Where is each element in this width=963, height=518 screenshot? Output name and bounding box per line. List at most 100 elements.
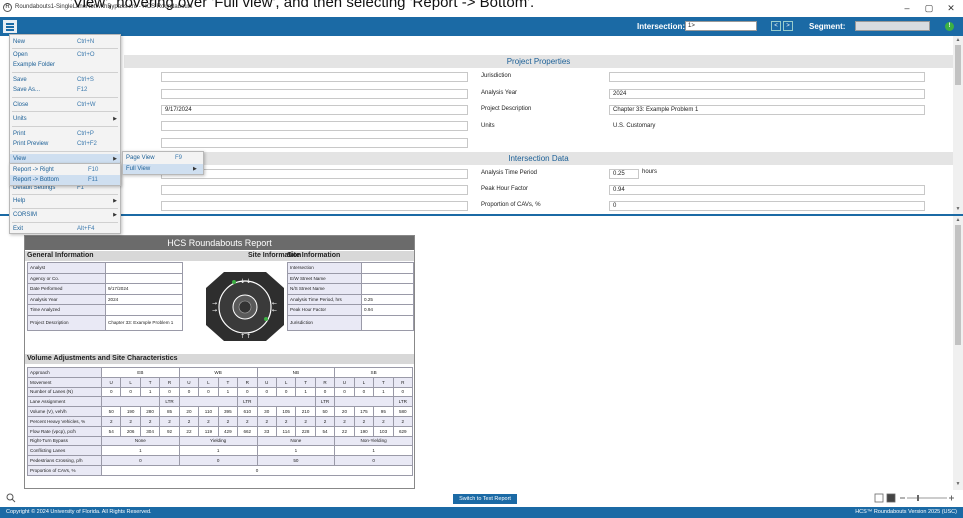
menu-item-report-bottom[interactable]: Report -> Bottom F11 — [10, 175, 120, 185]
segment-select[interactable] — [855, 21, 930, 31]
general-info-label: Date Performed — [27, 283, 106, 295]
volume-cell: Yielding — [178, 435, 258, 447]
site-info-value — [361, 262, 414, 274]
file-menu: New Ctrl+N Open Ctrl+O Example Folder Save… — [9, 34, 121, 234]
form-scrollbar[interactable]: ▲ ▼ — [953, 36, 963, 214]
volume-row-label: Pedestrians Crossing, p/h — [27, 455, 102, 466]
report-scrollbar[interactable]: ▲ ▼ — [953, 216, 963, 490]
menu-item-full-view[interactable]: Full View ▶ — [123, 164, 203, 174]
movement-row: Movement U L T R U L T R U L T R U L T R — [27, 376, 414, 388]
general-info-value: 9/17/2024 — [105, 283, 183, 295]
instruction-overlay-text: 'View', hovering over 'Full view', and t… — [70, 0, 535, 11]
intersection-data-heading: Intersection Data — [124, 152, 953, 165]
volume-table-row: Flow Rate (vpcp), pc/h 54 206 304 92 22 119 429… — [27, 425, 414, 437]
left-field-5[interactable] — [161, 138, 468, 148]
left-field-1[interactable] — [161, 72, 468, 82]
menu-item-units[interactable]: Units ▶ — [10, 114, 120, 124]
report-area: HCS Roundabouts Report General Informati… — [0, 216, 953, 490]
menu-item-open[interactable]: Open Ctrl+O — [10, 50, 120, 60]
site-info-table: Intersection E/W Street Name N/S Street Na… — [287, 262, 414, 331]
volume-cell: 0 — [178, 386, 200, 398]
volume-cell: 33 — [256, 425, 277, 437]
peak-hour-factor-field[interactable]: 0.94 — [609, 185, 925, 195]
analysis-time-period-field[interactable]: 0.25 — [609, 169, 639, 179]
menu-item-print[interactable]: Print Ctrl+P — [10, 129, 120, 139]
segment-label: Segment: — [809, 22, 846, 31]
movement-cell: L — [353, 376, 375, 388]
menu-item-page-view[interactable]: Page View F9 — [123, 153, 203, 163]
volume-cell: 0 — [159, 386, 180, 398]
movement-cell: R — [392, 376, 414, 388]
volume-cell: 105 — [275, 406, 297, 417]
analysis-year-field[interactable]: 2024 — [609, 89, 925, 99]
svg-text:→: → — [212, 307, 217, 314]
jurisdiction-field[interactable] — [609, 72, 925, 82]
volume-cell: 629 — [392, 425, 414, 437]
volume-cell: 2 — [373, 415, 394, 427]
menu-item-example-folder[interactable]: Example Folder — [10, 60, 120, 70]
submenu-arrow-icon: ▶ — [193, 166, 197, 172]
volume-table-row: Conflicting Lanes 1 1 1 1 — [27, 445, 413, 457]
input-form-area: Project Properties 9/17/2024 Jurisdictio… — [0, 36, 953, 214]
volume-cell: 54 — [100, 425, 122, 437]
volume-cell: 0 — [120, 386, 141, 398]
site-info-label: Analysis Time Period, hrs — [287, 293, 362, 305]
volume-row-label: Conflicting Lanes — [27, 445, 102, 457]
left-field-2[interactable] — [161, 89, 468, 99]
volume-cell: 1 — [178, 445, 258, 457]
project-properties-heading: Project Properties — [124, 55, 953, 68]
menu-item-new[interactable]: New Ctrl+N — [10, 37, 120, 47]
volume-cell: None — [101, 435, 180, 447]
title-bar: R Roundabouts1-SingleLaneRbtWithBypass.x… — [0, 0, 963, 17]
movement-cell: R — [237, 376, 258, 388]
units-label: Units — [481, 123, 495, 129]
date-performed-field[interactable]: 9/17/2024 — [161, 105, 468, 115]
proportion-cavs-field[interactable]: 0 — [609, 201, 925, 211]
menu-item-save-as[interactable]: Save As... F12 — [10, 85, 120, 95]
volume-cell: 0 — [334, 455, 413, 466]
menu-item-print-preview[interactable]: Print Preview Ctrl+F2 — [10, 139, 120, 149]
volume-cell — [100, 396, 161, 408]
full-view-submenu: Report -> Right F10 Report -> Bottom F11 — [9, 163, 121, 186]
close-button[interactable]: ✕ — [944, 2, 958, 14]
page-view-icon — [874, 493, 884, 503]
menu-icon[interactable] — [3, 20, 17, 33]
volume-cell: 0 — [101, 464, 413, 476]
volume-table-row: Proportion of CAVs, % 0 — [27, 464, 413, 476]
menu-item-report-right[interactable]: Report -> Right F10 — [10, 165, 120, 175]
menu-item-close[interactable]: Close Ctrl+W — [10, 100, 120, 110]
site-info-value — [361, 272, 414, 284]
approach-row: Approach EB WB NB SB — [27, 367, 413, 378]
left-field-7[interactable] — [161, 185, 468, 195]
volume-cell: 50 — [100, 406, 122, 417]
volume-cell — [178, 396, 239, 408]
left-field-8[interactable] — [161, 201, 468, 211]
view-submenu: Page View F9 Full View ▶ — [122, 151, 204, 175]
prev-intersection-button[interactable]: < — [771, 21, 781, 31]
volume-cell: 2 — [178, 415, 200, 427]
general-information-heading: General Information — [25, 251, 185, 261]
menu-item-save[interactable]: Save Ctrl+S — [10, 75, 120, 85]
menu-item-corsim[interactable]: CORSIM ▶ — [10, 210, 120, 220]
intersection-select[interactable]: 1> — [685, 21, 757, 31]
volume-cell: 0 — [334, 386, 355, 398]
maximize-button[interactable]: ▢ — [922, 2, 936, 14]
site-info-label: Jurisdiction — [287, 314, 362, 331]
site-info-value: 0.94 — [361, 304, 414, 316]
movement-cell: L — [275, 376, 297, 388]
volume-cell: 2 — [295, 415, 316, 427]
minimize-button[interactable]: – — [900, 2, 914, 14]
site-information-heading: Site Information — [285, 251, 414, 261]
next-intersection-button[interactable]: > — [783, 21, 793, 31]
menu-item-exit[interactable]: Exit Alt+F4 — [10, 224, 120, 234]
project-description-field[interactable]: Chapter 33: Example Problem 1 — [609, 105, 925, 115]
status-icon[interactable]: ! — [945, 22, 954, 31]
volume-cell: 662 — [237, 425, 258, 437]
left-field-6[interactable] — [161, 169, 468, 179]
switch-to-text-report-button[interactable]: Switch to Text Report — [453, 494, 517, 504]
search-icon[interactable] — [6, 493, 16, 505]
movement-cell: T — [139, 376, 161, 388]
volume-cell: 280 — [139, 406, 161, 417]
menu-item-help[interactable]: Help ▶ — [10, 196, 120, 206]
left-field-4[interactable] — [161, 121, 468, 131]
